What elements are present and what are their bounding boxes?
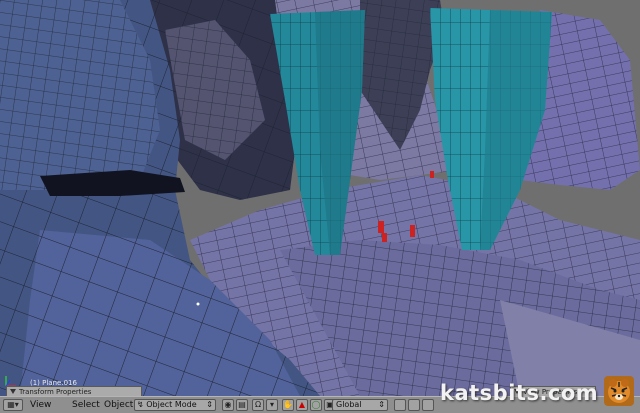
layer-button[interactable] xyxy=(422,399,434,411)
mode-icon: ↯ xyxy=(137,400,144,409)
collapse-triangle-icon xyxy=(10,389,16,394)
mode-select[interactable]: ↯ Object Mode ⇕ xyxy=(134,399,216,411)
orientation-value: Global xyxy=(336,400,362,409)
tiger-logo-icon xyxy=(604,376,634,406)
mode-value: Object Mode xyxy=(146,400,197,409)
red-marker[interactable] xyxy=(382,233,387,242)
rotate-icon[interactable]: ◯ xyxy=(310,399,322,411)
red-marker[interactable] xyxy=(378,221,384,233)
menu-view[interactable]: View xyxy=(30,399,51,411)
red-marker[interactable] xyxy=(410,225,415,237)
watermark-text: katsbits.com xyxy=(440,381,599,405)
layer-button[interactable] xyxy=(408,399,420,411)
layer-button[interactable] xyxy=(394,399,406,411)
red-marker[interactable] xyxy=(430,171,434,178)
3d-cursor[interactable] xyxy=(196,302,200,306)
chevron-down-icon: ⇕ xyxy=(378,400,385,409)
orientation-select[interactable]: Global ⇕ xyxy=(332,399,388,411)
mesh-scene xyxy=(0,0,640,396)
editor-type-icon[interactable]: ▦▾ xyxy=(3,399,23,411)
ring-icon[interactable]: Ω xyxy=(252,399,264,411)
transform-properties-panel[interactable]: Transform Properties xyxy=(6,386,142,396)
3d-viewport[interactable]: (1) Plane.016 Transform Properties View … xyxy=(0,0,640,396)
chevron-down-icon: ⇕ xyxy=(206,400,213,409)
hand-icon[interactable]: ✋ xyxy=(282,399,294,411)
transform-manipulator-icon[interactable]: ▾ xyxy=(266,399,278,411)
translate-icon[interactable]: ▲ xyxy=(296,399,308,411)
pivot-icon[interactable]: ▤ xyxy=(236,399,248,411)
menu-select[interactable]: Select xyxy=(72,399,100,411)
viewport-shading-icon[interactable]: ◉ xyxy=(222,399,234,411)
menu-object[interactable]: Object xyxy=(104,399,133,411)
transform-properties-label: Transform Properties xyxy=(19,388,92,396)
